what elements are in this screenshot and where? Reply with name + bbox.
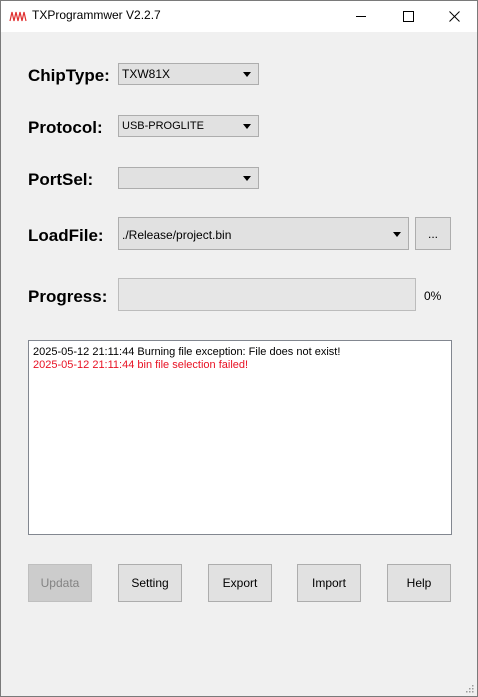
- log-line: 2025-05-12 21:11:44 Burning file excepti…: [33, 346, 341, 358]
- browse-file-button[interactable]: ...: [415, 217, 451, 250]
- load-file-value: ./Release/project.bin: [122, 228, 232, 242]
- load-file-select[interactable]: ./Release/project.bin: [118, 217, 409, 250]
- setting-button[interactable]: Setting: [118, 564, 182, 602]
- load-file-label: LoadFile:: [28, 226, 104, 245]
- log-line: 2025-05-12 21:11:44 bin file selection f…: [33, 359, 249, 371]
- maximize-icon: [402, 11, 414, 22]
- chip-type-select[interactable]: TXW81X: [118, 63, 259, 85]
- chevron-down-icon: [243, 72, 251, 77]
- log-output[interactable]: 2025-05-12 21:11:44 Burning file excepti…: [28, 340, 452, 535]
- chip-type-label: ChipType:: [28, 66, 110, 85]
- protocol-select[interactable]: USB-PROGLITE: [118, 115, 259, 137]
- resize-grip-icon[interactable]: [464, 683, 474, 693]
- protocol-value: USB-PROGLITE: [122, 120, 204, 132]
- progress-percent: 0%: [424, 289, 442, 303]
- progress-label: Progress:: [28, 287, 108, 306]
- close-button[interactable]: [431, 1, 477, 32]
- chevron-down-icon: [243, 176, 251, 181]
- title-bar[interactable]: TXProgrammwer V2.2.7: [1, 1, 477, 32]
- import-button[interactable]: Import: [297, 564, 361, 602]
- port-sel-select[interactable]: [118, 167, 259, 189]
- waveform-icon: [9, 11, 27, 22]
- help-button[interactable]: Help: [387, 564, 451, 602]
- export-button[interactable]: Export: [208, 564, 272, 602]
- maximize-button[interactable]: [385, 1, 431, 32]
- updata-button[interactable]: Updata: [28, 564, 92, 602]
- chevron-down-icon: [243, 124, 251, 129]
- minimize-icon: [355, 16, 366, 17]
- minimize-button[interactable]: [338, 1, 384, 32]
- chevron-down-icon: [393, 232, 401, 237]
- close-icon: [448, 11, 460, 22]
- app-window: TXProgrammwer V2.2.7 ChipType: TXW81X Pr…: [0, 0, 478, 697]
- chip-type-value: TXW81X: [122, 67, 171, 81]
- port-sel-label: PortSel:: [28, 170, 94, 189]
- window-title: TXProgrammwer V2.2.7: [32, 8, 161, 22]
- progress-bar: [118, 278, 416, 311]
- protocol-label: Protocol:: [28, 118, 103, 137]
